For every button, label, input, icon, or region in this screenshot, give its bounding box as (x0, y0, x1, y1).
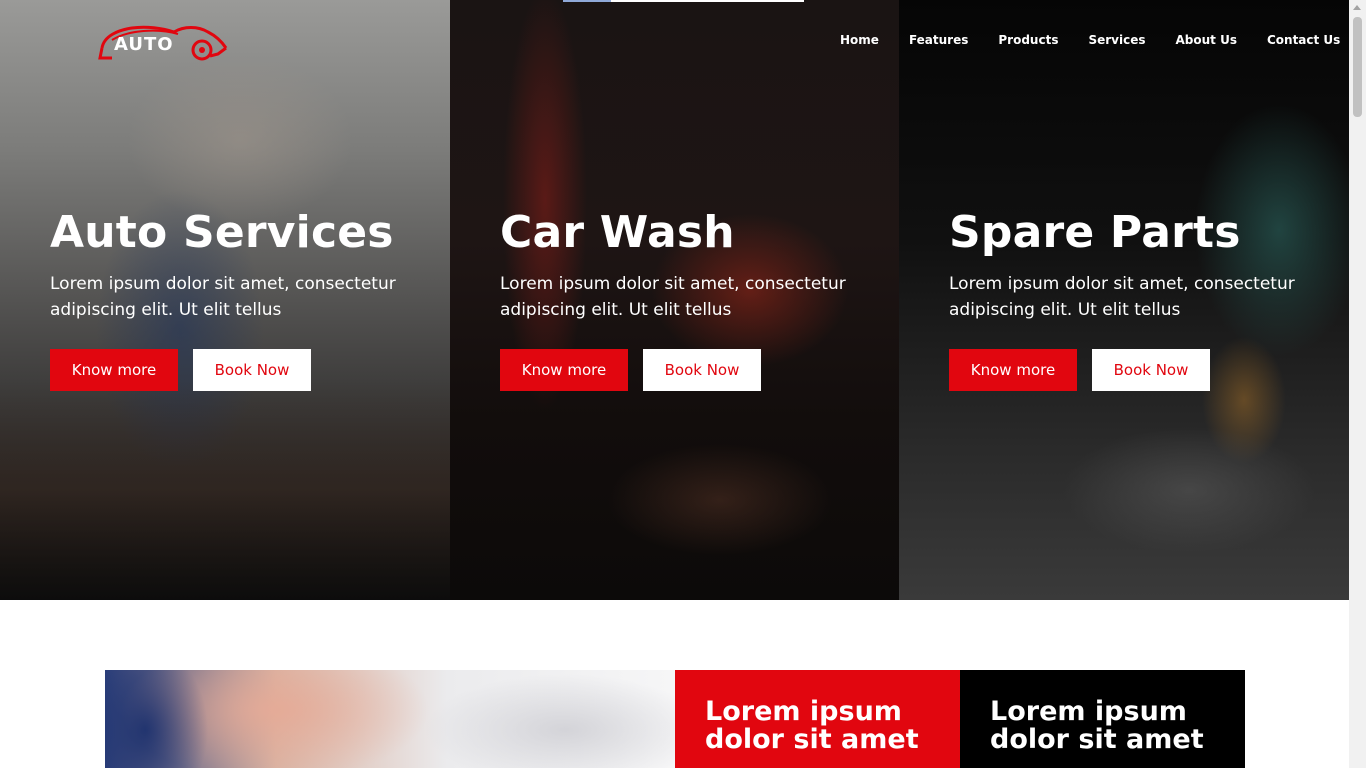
hero-panel-auto-services: Auto Services Lorem ipsum dolor sit amet… (0, 0, 450, 600)
hero-panel-buttons: Know more Book Now (50, 349, 420, 391)
hero-panel-content: Spare Parts Lorem ipsum dolor sit amet, … (949, 207, 1319, 391)
main-navigation: Home Features Products Services About Us… (840, 33, 1340, 47)
know-more-button[interactable]: Know more (50, 349, 178, 391)
know-more-button[interactable]: Know more (949, 349, 1077, 391)
hero-panel-title: Car Wash (500, 207, 735, 258)
feature-box-title: Lorem ipsum dolor sit amet (990, 696, 1204, 755)
feature-box-red: Lorem ipsum dolor sit amet (675, 670, 960, 768)
hero-panel-description: Lorem ipsum dolor sit amet, consectetur … (949, 274, 1295, 320)
nav-item-contact-us[interactable]: Contact Us (1267, 33, 1340, 47)
hero-panel-description: Lorem ipsum dolor sit amet, consectetur … (500, 274, 846, 320)
logo-text: AUTO (114, 34, 174, 55)
scrollbar-thumb[interactable] (1353, 17, 1362, 117)
book-now-button[interactable]: Book Now (643, 349, 761, 391)
scroll-up-arrow-icon[interactable] (1353, 5, 1361, 10)
hero-panel-content: Car Wash Lorem ipsum dolor sit amet, con… (500, 207, 870, 391)
feature-box-black: Lorem ipsum dolor sit amet (960, 670, 1245, 768)
know-more-button[interactable]: Know more (500, 349, 628, 391)
hero-panel-spare-parts: Spare Parts Lorem ipsum dolor sit amet, … (899, 0, 1349, 600)
hero-panel-buttons: Know more Book Now (500, 349, 870, 391)
features-section: Lorem ipsum dolor sit amet Lorem ipsum d… (105, 670, 1245, 768)
hero-section: Auto Services Lorem ipsum dolor sit amet… (0, 0, 1349, 600)
site-logo[interactable]: AUTO (98, 18, 230, 66)
book-now-button[interactable]: Book Now (1092, 349, 1210, 391)
nav-item-about-us[interactable]: About Us (1176, 33, 1237, 47)
book-now-button[interactable]: Book Now (193, 349, 311, 391)
hero-panel-title: Spare Parts (949, 207, 1241, 258)
hero-panel-description: Lorem ipsum dolor sit amet, consectetur … (50, 274, 396, 320)
nav-item-features[interactable]: Features (909, 33, 968, 47)
nav-item-services[interactable]: Services (1088, 33, 1145, 47)
top-loading-strip (563, 0, 804, 2)
hero-panel-title: Auto Services (50, 207, 394, 258)
hero-panel-car-wash: Car Wash Lorem ipsum dolor sit amet, con… (450, 0, 899, 600)
hero-panel-buttons: Know more Book Now (949, 349, 1319, 391)
vertical-scrollbar[interactable] (1349, 0, 1366, 768)
hero-panel-content: Auto Services Lorem ipsum dolor sit amet… (50, 207, 420, 391)
feature-box-title: Lorem ipsum dolor sit amet (705, 696, 919, 755)
mechanic-image (105, 670, 675, 768)
nav-item-home[interactable]: Home (840, 33, 879, 47)
nav-item-products[interactable]: Products (998, 33, 1058, 47)
